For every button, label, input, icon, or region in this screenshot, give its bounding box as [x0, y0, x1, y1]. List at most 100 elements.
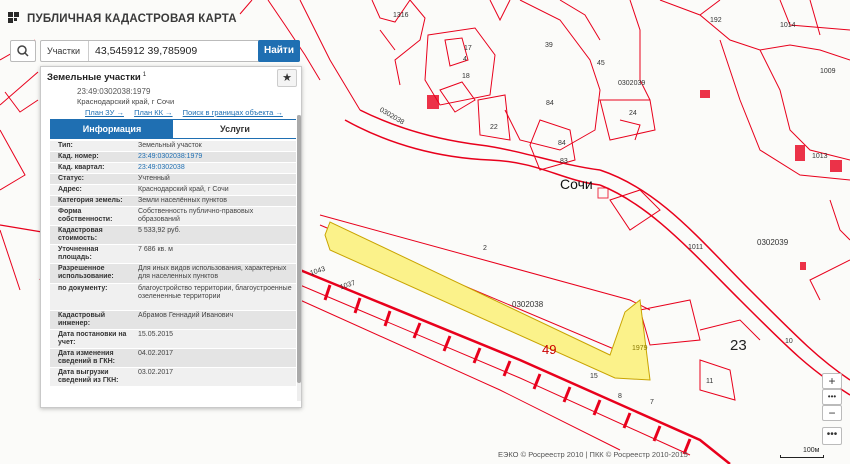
- row-label: Кад. номер:: [58, 153, 99, 160]
- search-icon[interactable]: [10, 40, 36, 62]
- row-value: Земли населённых пунктов: [138, 197, 228, 204]
- pkk-logo-icon: [8, 12, 19, 23]
- parcel-label: 17: [464, 45, 472, 52]
- panel-scrollbar[interactable]: [297, 115, 301, 401]
- row-value: 15.05.2015: [138, 331, 174, 338]
- parcel-label: 192: [710, 17, 722, 24]
- table-row: Категория земель: Земли населённых пункто…: [50, 196, 296, 207]
- table-row: Уточненная площадь: 7 686 кв. м: [50, 245, 296, 264]
- row-label: Форма собственности:: [58, 208, 113, 223]
- table-row: Дата постановки на учет: 15.05.2015: [50, 330, 296, 349]
- table-row: Кад. номер: 23:49:0302038:1979: [50, 152, 296, 163]
- table-row: по документу: благоустройство территории,…: [50, 284, 296, 311]
- link-plan-zu[interactable]: План ЗУ →: [85, 108, 124, 117]
- parcel-label: 2: [483, 245, 487, 252]
- table-row: Форма собственности: Собственность публич…: [50, 207, 296, 226]
- row-label: Статус:: [58, 175, 84, 182]
- more-menu-button[interactable]: •••: [822, 427, 842, 445]
- road-number: 49: [542, 342, 557, 357]
- parcel-label: 1011: [688, 244, 704, 251]
- parcel-label: 39: [545, 42, 553, 49]
- parcel-label: 11: [706, 378, 714, 385]
- parcel-label: 45: [597, 60, 605, 67]
- scale-label: 100м: [803, 447, 820, 454]
- cadastral-quarter-link[interactable]: 23:49:0302038: [138, 164, 292, 172]
- search-input[interactable]: [95, 42, 275, 60]
- row-label: Дата изменения сведений в ГКН:: [58, 350, 115, 365]
- zoom-out-button[interactable]: −: [822, 405, 842, 421]
- scale-bar: [780, 455, 824, 458]
- link-search-in-bounds[interactable]: Поиск в границах объекта →: [183, 108, 283, 117]
- row-value: Учтенный: [138, 175, 170, 182]
- row-value: 5 533,92 руб.: [138, 227, 181, 234]
- table-row: Дата выгрузки сведений из ГКН: 03.02.2017: [50, 368, 296, 387]
- row-value: 04.02.2017: [138, 350, 174, 357]
- row-label: Дата выгрузки сведений из ГКН:: [58, 369, 119, 384]
- tab-information[interactable]: Информация: [51, 120, 173, 138]
- quarter-label: 0302039: [757, 238, 789, 247]
- row-label: по документу:: [58, 285, 108, 292]
- table-row: Разрешенное использование: Для иных видов…: [50, 264, 296, 284]
- scroll-thumb[interactable]: [297, 115, 301, 383]
- row-value: 7 686 кв. м: [138, 246, 173, 253]
- table-row: Дата изменения сведений в ГКН: 04.02.2017: [50, 349, 296, 368]
- row-value: благоустройство территории, благоустроен…: [138, 285, 292, 300]
- app-title: ПУБЛИЧНАЯ КАДАСТРОВАЯ КАРТА: [27, 13, 237, 25]
- city-label: Сочи: [560, 176, 593, 192]
- parcel-label: 84: [546, 100, 554, 107]
- cadastral-number-link[interactable]: 23:49:0302038:1979: [138, 153, 292, 161]
- favorite-star-button[interactable]: ★: [277, 69, 297, 87]
- search-button[interactable]: Найти: [258, 40, 300, 62]
- result-count: 1: [142, 72, 147, 78]
- row-label: Адрес:: [58, 186, 82, 193]
- row-label: Уточненная площадь:: [58, 246, 99, 261]
- quarter-label: 0302039: [618, 80, 646, 87]
- row-value: Земельный участок: [138, 142, 202, 149]
- parcel-label: 8: [618, 393, 622, 400]
- parcel-label: 1014: [780, 22, 796, 29]
- row-label: Кад. квартал:: [58, 164, 105, 171]
- parcel-label: 10: [785, 338, 793, 345]
- row-value: Собственность публично-правовых образова…: [138, 208, 254, 223]
- search-type-label: Участки: [47, 46, 80, 56]
- zoom-levels-button[interactable]: •••: [822, 389, 842, 405]
- parcel-label: 18: [462, 73, 470, 80]
- table-row: Кад. квартал: 23:49:0302038: [50, 163, 296, 174]
- quarter-label: 0302038: [512, 300, 544, 309]
- row-value: Абрамов Геннадий Иванович: [138, 312, 234, 319]
- zoom-in-button[interactable]: +: [822, 373, 842, 389]
- row-label: Категория земель:: [58, 197, 123, 204]
- parcel-label: 84: [558, 140, 566, 147]
- parcel-label: 83: [560, 158, 568, 165]
- parcel-label: 24: [629, 110, 637, 117]
- panel-title: Земельные участки 1: [47, 72, 147, 84]
- road-number: 23: [730, 337, 747, 354]
- object-links: План ЗУ → План КК → Поиск в границах объ…: [85, 108, 291, 117]
- parcel-label: 7: [650, 399, 654, 406]
- parcel-label-highlighted: 1979: [632, 345, 648, 352]
- row-value: 03.02.2017: [138, 369, 174, 376]
- search-type-select[interactable]: Участки: [41, 41, 89, 74]
- parcel-label: 4: [463, 56, 467, 63]
- table-row: Адрес: Краснодарский край, г Сочи: [50, 185, 296, 196]
- panel-tabs: Информация Услуги: [50, 119, 296, 139]
- row-label: Тип:: [58, 142, 73, 149]
- row-value: Краснодарский край, г Сочи: [138, 186, 229, 193]
- map-attribution: ЕЭКО © Росреестр 2010 | ПКК © Росреестр …: [498, 450, 688, 459]
- parcel-label: 1316: [393, 12, 409, 19]
- row-label: Кадастровая стоимость:: [58, 227, 103, 242]
- object-address: Краснодарский край, г Сочи: [77, 97, 175, 106]
- tab-services[interactable]: Услуги: [174, 120, 296, 138]
- attributes-table: Тип: Земельный участок Кад. номер: 23:49:0…: [50, 141, 296, 387]
- row-value: Для иных видов использования, характерны…: [138, 265, 287, 280]
- table-row: Статус: Учтенный: [50, 174, 296, 185]
- object-number: 23:49:0302038:1979: [77, 87, 151, 96]
- parcel-label: 1009: [820, 68, 836, 75]
- table-row: Кадастровый инженер: Абрамов Геннадий Ива…: [50, 311, 296, 330]
- link-plan-kk[interactable]: План КК →: [134, 108, 173, 117]
- parcel-label: 1013: [812, 153, 828, 160]
- row-label: Кадастровый инженер:: [58, 312, 106, 327]
- table-row: Тип: Земельный участок: [50, 141, 296, 152]
- table-row: Кадастровая стоимость: 5 533,92 руб.: [50, 226, 296, 245]
- parcel-label: 22: [490, 124, 498, 131]
